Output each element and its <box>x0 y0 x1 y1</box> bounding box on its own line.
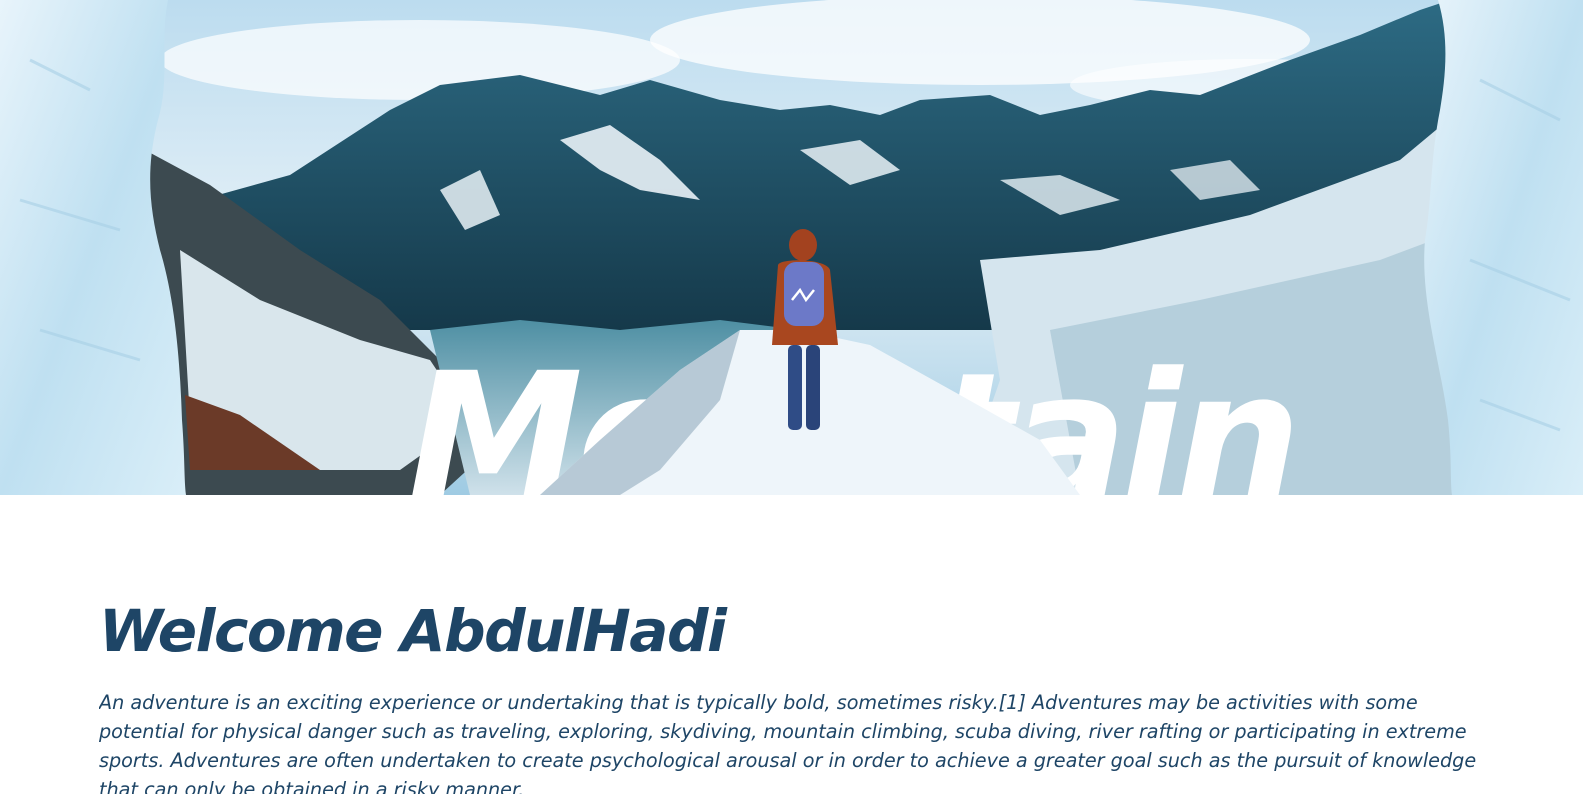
hiker-head <box>789 229 817 261</box>
welcome-paragraph: An adventure is an exciting experience o… <box>99 690 1477 794</box>
hiker-backpack <box>784 262 824 326</box>
welcome-heading: Welcome AbdulHadi <box>99 600 727 665</box>
foreground-ridge <box>540 229 1080 495</box>
welcome-section: Welcome AbdulHadi An adventure is an exc… <box>99 600 1489 794</box>
hiker-leg-left <box>788 345 802 430</box>
hero-banner: Mountain <box>0 0 1583 495</box>
hiker-leg-right <box>806 345 820 430</box>
